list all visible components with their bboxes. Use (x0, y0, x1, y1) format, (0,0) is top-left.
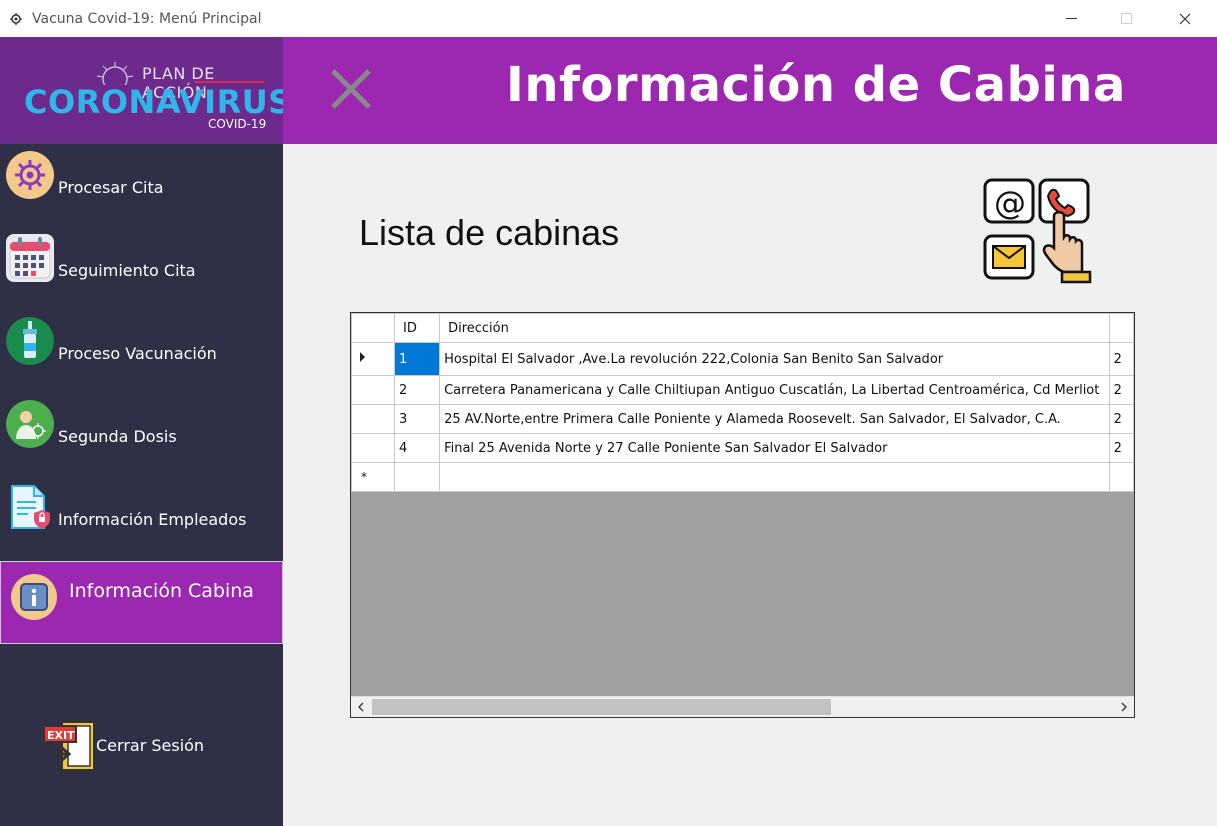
logo-main-text: CORONAVIRUS (24, 83, 292, 121)
cell-extra[interactable]: 2 (1108, 375, 1134, 405)
column-header-direccion[interactable]: Dirección (439, 313, 1110, 343)
scrollbar-thumb[interactable] (372, 699, 831, 715)
vaccine-icon (6, 317, 54, 365)
document-icon (6, 483, 54, 531)
gear-icon (6, 151, 54, 199)
scroll-right-icon[interactable] (1116, 699, 1132, 715)
close-icon[interactable] (329, 67, 373, 111)
minimize-button[interactable] (1049, 0, 1095, 37)
cell-direccion[interactable]: Carretera Panamericana y Calle Chiltiupa… (439, 375, 1110, 405)
sidebar: PLAN DE ACCIÓN CORONAVIRUS COVID-19 Proc… (0, 37, 291, 826)
exit-icon: EXIT (42, 720, 96, 777)
calendar-icon (6, 234, 54, 282)
svg-text:EXIT: EXIT (47, 729, 75, 742)
row-header[interactable] (351, 404, 395, 434)
new-row[interactable]: * (351, 462, 1134, 492)
new-row-marker[interactable]: * (351, 462, 395, 492)
window-titlebar: Vacuna Covid-19: Menú Principal (0, 0, 1217, 37)
cell-direccion[interactable]: 25 AV.Norte,entre Primera Calle Poniente… (439, 404, 1110, 434)
sidebar-item-procesar-cita[interactable]: Procesar Cita (0, 144, 283, 227)
cell-direccion[interactable]: Hospital El Salvador ,Ave.La revolución … (439, 342, 1110, 376)
sidebar-item-label: Segunda Dosis (58, 427, 177, 446)
logout-button[interactable]: EXIT Cerrar Sesión (40, 720, 250, 771)
table-row[interactable]: 1 Hospital El Salvador ,Ave.La revolució… (351, 342, 1134, 376)
logout-label: Cerrar Sesión (96, 736, 205, 755)
new-row-marker-glyph: * (361, 470, 367, 484)
cell-id[interactable]: 1 (393, 342, 441, 376)
new-cell-direccion[interactable] (439, 462, 1110, 492)
sidebar-item-label: Información Cabina (69, 580, 254, 602)
cabinas-table: ID Dirección 1 Hospital El Salvador ,Ave… (351, 313, 1134, 492)
cell-extra[interactable]: 2 (1108, 342, 1134, 376)
sidebar-item-seguimiento-cita[interactable]: Seguimiento Cita (0, 227, 283, 310)
sidebar-item-label: Proceso Vacunación (58, 344, 217, 363)
column-header-next[interactable] (1108, 313, 1134, 343)
sidebar-item-label: Procesar Cita (58, 178, 164, 197)
contact-icon: @ (983, 178, 1092, 284)
row-header-corner (351, 313, 395, 343)
new-cell-id[interactable] (393, 462, 441, 492)
section-title: Lista de cabinas (359, 212, 620, 253)
page-title: Información de Cabina (506, 57, 1126, 113)
row-header[interactable] (351, 375, 395, 405)
cell-extra[interactable]: 2 (1108, 404, 1134, 434)
cell-id[interactable]: 4 (393, 433, 441, 463)
current-row-marker[interactable] (351, 342, 395, 376)
window-title: Vacuna Covid-19: Menú Principal (32, 10, 262, 27)
horizontal-scrollbar[interactable] (351, 696, 1134, 717)
table-header-row: ID Dirección (351, 313, 1134, 343)
sidebar-item-segunda-dosis[interactable]: Segunda Dosis (0, 393, 283, 476)
cell-direccion[interactable]: Final 25 Avenida Norte y 27 Calle Ponien… (439, 433, 1110, 463)
sidebar-item-informacion-empleados[interactable]: Información Empleados (0, 476, 283, 559)
logo: PLAN DE ACCIÓN CORONAVIRUS COVID-19 (0, 37, 291, 144)
app-icon (9, 12, 23, 26)
close-window-button[interactable] (1162, 0, 1208, 37)
scroll-left-icon[interactable] (353, 699, 369, 715)
page-header: Información de Cabina (283, 37, 1217, 144)
row-header[interactable] (351, 433, 395, 463)
column-header-id[interactable]: ID (393, 313, 441, 343)
info-icon (11, 574, 57, 620)
sidebar-item-proceso-vacunacion[interactable]: Proceso Vacunación (0, 310, 283, 393)
sidebar-item-informacion-cabina[interactable]: Información Cabina (0, 561, 283, 644)
new-cell-extra[interactable] (1108, 462, 1134, 492)
cabinas-grid[interactable]: ID Dirección 1 Hospital El Salvador ,Ave… (350, 312, 1135, 718)
cell-extra[interactable]: 2 (1108, 433, 1134, 463)
maximize-button[interactable] (1104, 0, 1150, 37)
table-row[interactable]: 3 25 AV.Norte,entre Primera Calle Ponien… (351, 404, 1134, 434)
virus-icon (96, 62, 134, 85)
person-icon (6, 400, 54, 448)
cell-id[interactable]: 2 (393, 375, 441, 405)
table-row[interactable]: 2 Carretera Panamericana y Calle Chiltiu… (351, 375, 1134, 405)
table-row[interactable]: 4 Final 25 Avenida Norte y 27 Calle Poni… (351, 433, 1134, 463)
svg-text:@: @ (994, 184, 1026, 222)
sidebar-item-label: Información Empleados (58, 510, 247, 529)
cell-id[interactable]: 3 (393, 404, 441, 434)
sidebar-item-label: Seguimiento Cita (58, 261, 196, 280)
logo-sub-text: COVID-19 (208, 117, 267, 131)
